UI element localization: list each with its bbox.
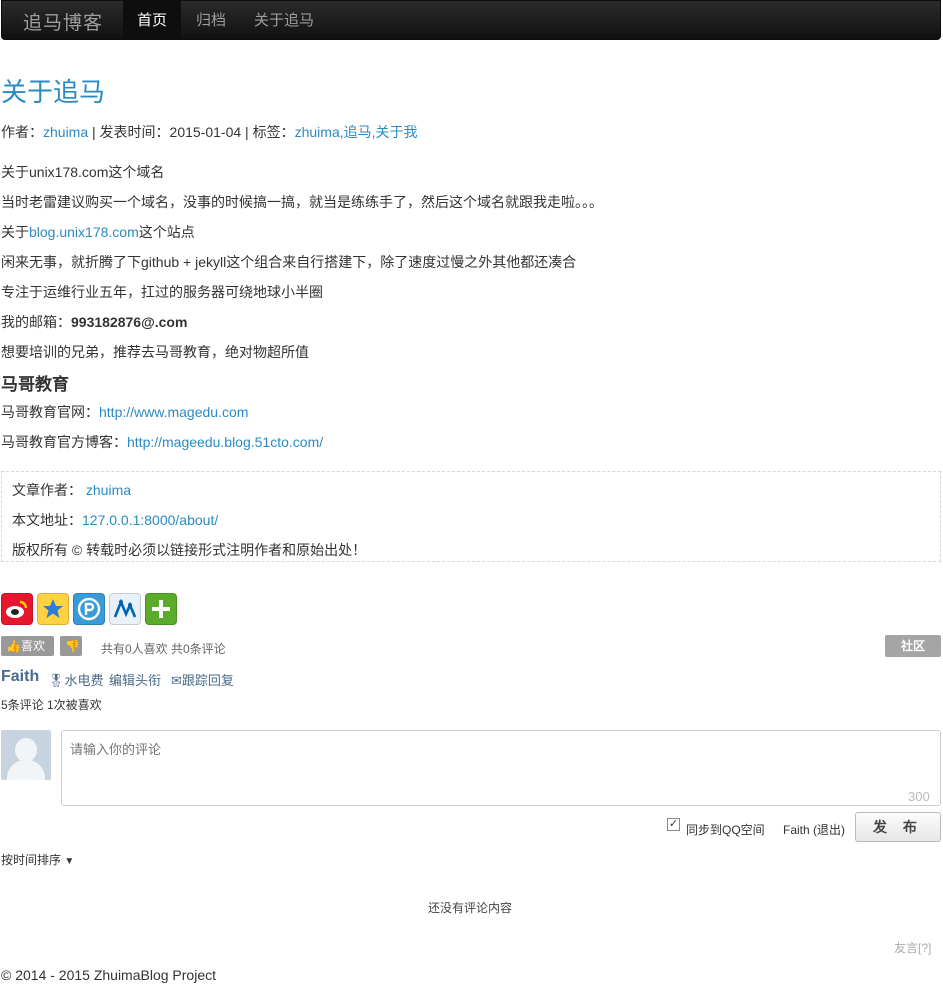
copyright-url-label: 本文地址： — [12, 512, 82, 528]
qzone-share-icon[interactable] — [37, 593, 69, 625]
content-line: 我的邮箱：993182876@.com — [1, 312, 187, 332]
author-link[interactable]: zhuima — [43, 124, 88, 140]
nav-home[interactable]: 首页 — [123, 1, 182, 40]
youyan-link[interactable]: 友言[?] — [894, 939, 931, 956]
title-badge[interactable]: 🎖水电费 — [48, 670, 104, 689]
community-button[interactable]: 社区 — [885, 635, 941, 657]
user-stats: 5条评论 1次被喜欢 — [1, 698, 102, 712]
official-site-link[interactable]: http://www.magedu.com — [99, 404, 248, 420]
content-line: 想要培训的兄弟，推荐去马哥教育，绝对物超所值 — [1, 344, 309, 360]
weibo-share-icon[interactable] — [1, 593, 33, 625]
official-blog-link[interactable]: http://mageedu.blog.51cto.com/ — [127, 434, 323, 450]
sync-checkbox[interactable]: ✓ — [667, 818, 680, 831]
official-site-label: 马哥教育官网： — [1, 404, 99, 420]
content-line: 马哥教育官网：http://www.magedu.com — [1, 402, 248, 422]
copyright-author-label: 文章作者： — [12, 482, 82, 498]
more-share-icon[interactable] — [145, 593, 177, 625]
post-meta: 作者：zhuima | 发表时间：2015-01-04 | 标签：zhuima,… — [1, 122, 418, 142]
nav-about[interactable]: 关于追马 — [240, 1, 328, 40]
content-line: 马哥教育官方博客：http://mageedu.blog.51cto.com/ — [1, 432, 323, 452]
copyright-author-row: 文章作者： zhuima — [12, 480, 131, 500]
page-footer: © 2014 - 2015 ZhuimaBlog Project — [1, 967, 216, 983]
content-line: 关于unix178.com这个域名 — [1, 164, 165, 180]
copyright-box: 文章作者： zhuima 本文地址：127.0.0.1:8000/about/ … — [1, 471, 941, 562]
caret-down-icon: ▼ — [64, 856, 75, 867]
email-label: 我的邮箱： — [1, 314, 71, 330]
copyright-url-row: 本文地址：127.0.0.1:8000/about/ — [12, 510, 218, 530]
top-navbar: 追马博客 首页 归档 关于追马 — [1, 0, 941, 40]
section-heading: 马哥教育 — [1, 375, 69, 394]
site-link[interactable]: blog.unix178.com — [29, 224, 139, 240]
content-line: 当时老雷建议购买一个域名，没事的时候搞一搞，就当是练练手了，然后这个域名就跟我走… — [1, 194, 603, 210]
publish-button[interactable]: 发 布 — [855, 812, 941, 842]
like-comment-stats: 共有0人喜欢 共0条评论 — [101, 642, 226, 656]
copyright-author-link[interactable]: zhuima — [86, 482, 131, 498]
avatar — [1, 730, 51, 780]
brand-logo[interactable]: 追马博客 — [23, 8, 103, 35]
user-name[interactable]: Faith — [1, 668, 39, 686]
date-text: | 发表时间：2015-01-04 | 标签： — [88, 124, 295, 140]
login-status[interactable]: Faith (退出) — [783, 821, 845, 838]
tags-link[interactable]: zhuima,追马,关于我 — [295, 124, 418, 140]
author-label: 作者： — [1, 124, 43, 140]
sort-dropdown[interactable]: 按时间排序 ▼ — [1, 851, 74, 868]
char-counter: 300 — [908, 789, 930, 804]
about-prefix: 关于 — [1, 224, 29, 240]
renren-share-icon[interactable] — [109, 593, 141, 625]
post-title[interactable]: 关于追马 — [1, 72, 105, 109]
sync-label: 同步到QQ空间 — [686, 823, 765, 837]
email-value: 993182876@.com — [71, 314, 188, 330]
site-suffix: 这个站点 — [138, 224, 195, 240]
thumbs-up-icon: 👍 — [6, 639, 21, 653]
comment-input[interactable] — [61, 730, 941, 806]
medal-icon: 🎖 — [48, 673, 65, 688]
dislike-button[interactable]: 👎 — [60, 636, 82, 656]
empty-comments: 还没有评论内容 — [428, 901, 513, 915]
track-reply-label: 跟踪回复 — [181, 673, 234, 688]
thumbs-down-icon: 👎 — [65, 639, 80, 653]
nav-archive[interactable]: 归档 — [182, 1, 240, 40]
content-line: 闲来无事，就折腾了下github + jekyll这个组合来自行搭建下，除了速度… — [1, 254, 577, 270]
like-button[interactable]: 👍喜欢 — [1, 636, 54, 656]
track-reply-link[interactable]: ✉跟踪回复 — [171, 670, 234, 689]
edit-title-link[interactable]: 编辑头衔 — [109, 670, 161, 689]
content-line: 关于blog.unix178.com这个站点 — [1, 222, 195, 242]
pengyou-share-icon[interactable] — [73, 593, 105, 625]
mail-icon: ✉ — [171, 673, 182, 688]
copyright-url-link[interactable]: 127.0.0.1:8000/about/ — [82, 512, 218, 528]
copyright-notice: 版权所有 © 转载时必须以链接形式注明作者和原始出处！ — [12, 542, 367, 558]
sort-label: 按时间排序 — [1, 853, 62, 867]
official-blog-label: 马哥教育官方博客： — [1, 434, 127, 450]
like-label: 喜欢 — [20, 639, 45, 653]
title-text: 水电费 — [64, 673, 104, 688]
content-line: 专注于运维行业五年，扛过的服务器可绕地球小半圈 — [1, 284, 323, 300]
